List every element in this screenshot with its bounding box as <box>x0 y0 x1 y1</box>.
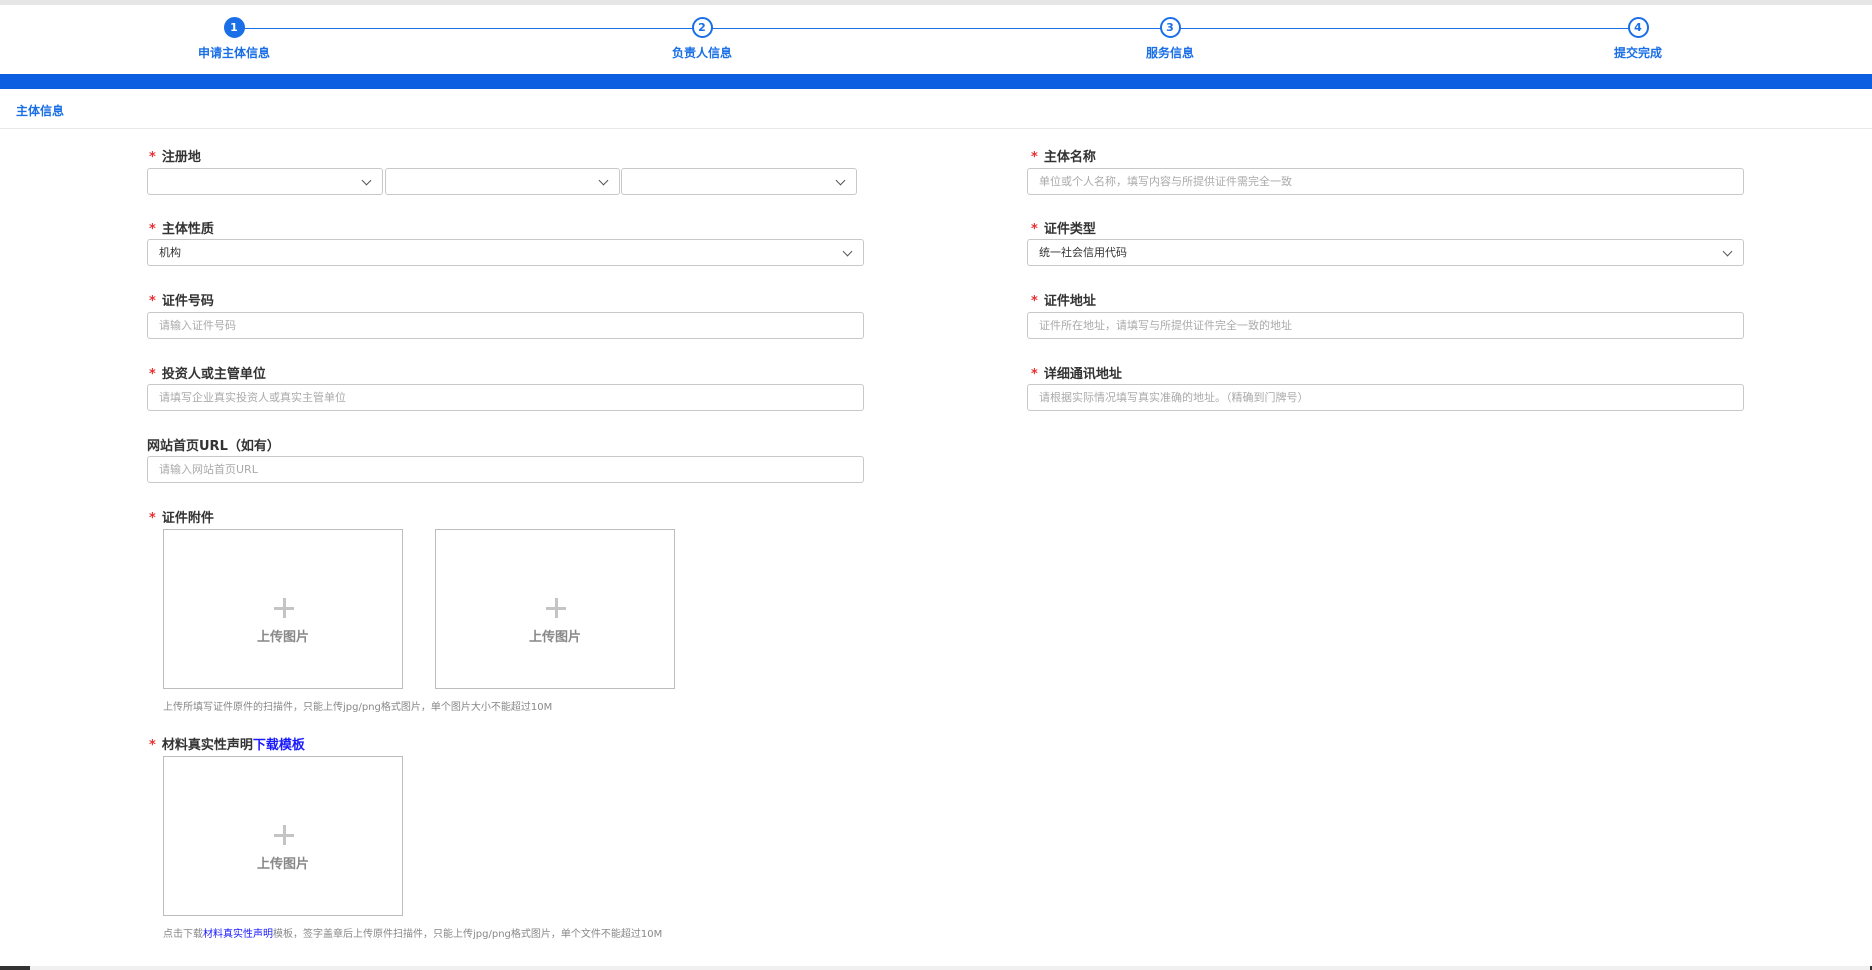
upload-label: 上传图片 <box>528 630 581 645</box>
step-4: 4 提交完成 <box>1568 17 1708 61</box>
website-label-text: 网站首页URL（如有） <box>147 439 280 454</box>
chevron-down-icon <box>598 175 609 186</box>
step-2-label: 负责人信息 <box>671 46 732 60</box>
cert-number-input[interactable]: 请输入证件号码 <box>147 312 864 339</box>
steps-connector-line <box>234 28 1638 29</box>
entity-name-label-text: 主体名称 <box>1043 150 1096 165</box>
cert-type-label: * 证件类型 <box>1031 218 1096 237</box>
attachments-hint: 上传所填写证件原件的扫描件，只能上传jpg/png格式图片，单个图片大小不能超过… <box>163 702 553 713</box>
cert-type-value: 统一社会信用代码 <box>1039 246 1127 259</box>
entity-nature-label-text: 主体性质 <box>161 222 214 237</box>
step-1: 1 申请主体信息 <box>164 17 304 61</box>
required-mark: * <box>1031 367 1038 382</box>
attachments-label-text: 证件附件 <box>161 511 214 526</box>
cert-address-label: * 证件地址 <box>1031 290 1096 309</box>
progress-steps: 1 申请主体信息 2 负责人信息 3 服务信息 4 提交完成 <box>0 5 1872 74</box>
section-title: 主体信息 <box>16 104 65 118</box>
contact-address-label: * 详细通讯地址 <box>1031 363 1122 382</box>
chevron-down-icon <box>361 175 372 186</box>
city-select[interactable] <box>385 168 620 195</box>
entity-name-input[interactable]: 单位或个人名称，填写内容与所提供证件需完全一致 <box>1027 168 1744 195</box>
required-mark: * <box>149 222 156 237</box>
chevron-down-icon <box>835 175 846 186</box>
step-1-label: 申请主体信息 <box>197 46 270 60</box>
step-4-label: 提交完成 <box>1613 46 1662 60</box>
declaration-upload[interactable]: 上传图片 <box>163 756 403 916</box>
download-template-link[interactable]: 下载模板 <box>253 738 305 753</box>
required-mark: * <box>1031 294 1038 309</box>
section-header: 主体信息 <box>0 89 1872 129</box>
entity-nature-value: 机构 <box>159 246 181 259</box>
entity-name-label: * 主体名称 <box>1031 146 1096 165</box>
website-label: 网站首页URL（如有） <box>147 435 280 454</box>
attachment-upload-1[interactable]: 上传图片 <box>163 529 403 689</box>
chevron-down-icon <box>1722 246 1733 257</box>
declaration-label: * 材料真实性声明下载模板 <box>149 734 305 753</box>
register-place-label: * 注册地 <box>149 146 201 165</box>
entity-nature-select[interactable]: 机构 <box>147 239 864 266</box>
declaration-hint-link[interactable]: 材料真实性声明 <box>203 929 273 940</box>
cert-address-label-text: 证件地址 <box>1043 294 1096 309</box>
step-3-label: 服务信息 <box>1145 46 1194 60</box>
cert-type-select[interactable]: 统一社会信用代码 <box>1027 239 1744 266</box>
required-mark: * <box>149 511 156 526</box>
investor-label: * 投资人或主管单位 <box>149 363 266 382</box>
step-3-circle: 3 <box>1159 17 1181 38</box>
step-4-circle: 4 <box>1627 17 1649 38</box>
step-1-circle: 1 <box>223 17 245 38</box>
declaration-hint: 点击下载材料真实性声明模板，签字盖章后上传原件扫描件，只能上传jpg/png格式… <box>163 925 662 940</box>
step-2: 2 负责人信息 <box>632 17 772 61</box>
contact-address-input[interactable]: 请根据实际情况填写真实准确的地址。（精确到门牌号） <box>1027 384 1744 411</box>
website-input[interactable]: 请输入网站首页URL <box>147 456 864 483</box>
required-mark: * <box>1031 150 1038 165</box>
cert-number-label-text: 证件号码 <box>161 294 214 309</box>
plus-icon <box>546 598 566 618</box>
attachments-label: * 证件附件 <box>149 507 214 526</box>
upload-label: 上传图片 <box>256 857 309 872</box>
investor-label-text: 投资人或主管单位 <box>161 367 266 382</box>
entity-nature-label: * 主体性质 <box>149 218 214 237</box>
declaration-label-text: 材料真实性声明 <box>161 738 253 753</box>
province-select[interactable] <box>147 168 383 195</box>
cert-type-label-text: 证件类型 <box>1043 222 1096 237</box>
attachment-upload-2[interactable]: 上传图片 <box>435 529 675 689</box>
required-mark: * <box>149 150 156 165</box>
plus-icon <box>274 598 294 618</box>
contact-address-label-text: 详细通讯地址 <box>1043 367 1122 382</box>
required-mark: * <box>149 367 156 382</box>
header-bar <box>0 74 1872 89</box>
register-place-label-text: 注册地 <box>161 150 201 165</box>
investor-input[interactable]: 请填写企业真实投资人或真实主管单位 <box>147 384 864 411</box>
declaration-hint-prefix: 点击下载 <box>163 929 203 940</box>
cert-number-label: * 证件号码 <box>149 290 214 309</box>
chevron-down-icon <box>842 246 853 257</box>
plus-icon <box>274 825 294 845</box>
scrollbar-thumb[interactable] <box>30 966 1870 970</box>
district-select[interactable] <box>621 168 857 195</box>
required-mark: * <box>149 294 156 309</box>
step-3: 3 服务信息 <box>1100 17 1240 61</box>
cert-address-input[interactable]: 证件所在地址，请填写与所提供证件完全一致的地址 <box>1027 312 1744 339</box>
required-mark: * <box>1031 222 1038 237</box>
required-mark: * <box>149 738 156 753</box>
upload-label: 上传图片 <box>256 630 309 645</box>
declaration-hint-suffix: 模板，签字盖章后上传原件扫描件，只能上传jpg/png格式图片，单个文件不能超过… <box>273 929 663 940</box>
step-2-circle: 2 <box>691 17 713 38</box>
horizontal-scrollbar[interactable] <box>0 966 1872 970</box>
